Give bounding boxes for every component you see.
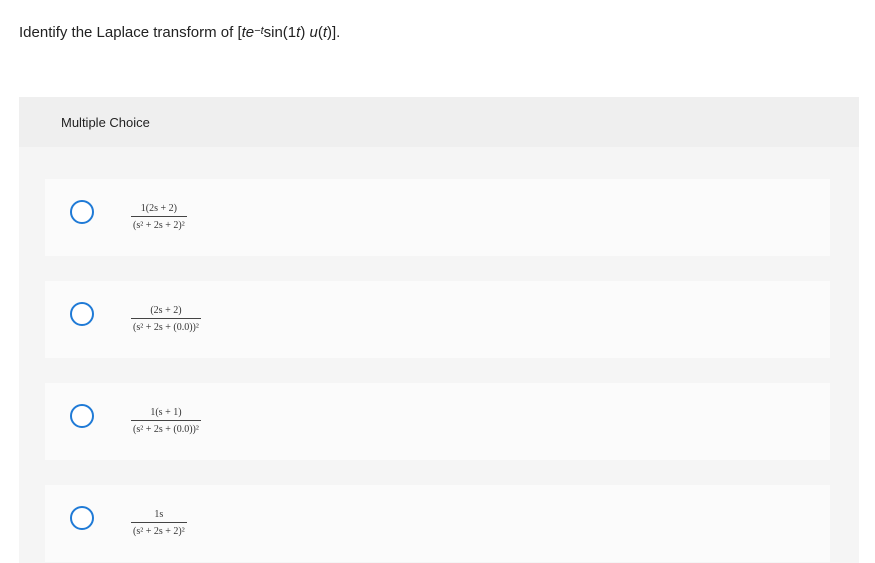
question-suffix: )]. xyxy=(327,24,341,41)
formula-2: (2s + 2) (s² + 2s + (0.0))² xyxy=(131,305,201,333)
option-4[interactable]: 1s (s² + 2s + 2)² xyxy=(45,485,830,562)
numerator-2: (2s + 2) xyxy=(150,305,182,316)
denominator-4: (s² + 2s + 2)² xyxy=(131,522,187,537)
radio-button-1[interactable] xyxy=(70,200,94,224)
panel-title: Multiple Choice xyxy=(61,115,150,130)
denominator-2: (s² + 2s + (0.0))² xyxy=(131,318,201,333)
numerator-1: 1(2s + 2) xyxy=(140,203,177,214)
question-exponent: −t xyxy=(254,25,264,37)
question-text: Identify the Laplace transform of [te−ts… xyxy=(19,24,340,41)
radio-button-4[interactable] xyxy=(70,506,94,530)
option-2[interactable]: (2s + 2) (s² + 2s + (0.0))² xyxy=(45,281,830,358)
option-3[interactable]: 1(s + 1) (s² + 2s + (0.0))² xyxy=(45,383,830,460)
formula-3: 1(s + 1) (s² + 2s + (0.0))² xyxy=(131,407,201,435)
numerator-3: 1(s + 1) xyxy=(150,407,182,418)
denominator-1: (s² + 2s + 2)² xyxy=(131,216,187,231)
denominator-3: (s² + 2s + (0.0))² xyxy=(131,420,201,435)
question-var-e: e xyxy=(245,24,255,41)
formula-4: 1s (s² + 2s + 2)² xyxy=(131,509,187,537)
question-prefix: Identify the Laplace transform of [ xyxy=(19,24,242,41)
numerator-4: 1s xyxy=(154,509,164,520)
multiple-choice-panel: Multiple Choice 1(2s + 2) (s² + 2s + 2)²… xyxy=(19,97,859,563)
formula-1: 1(2s + 2) (s² + 2s + 2)² xyxy=(131,203,187,231)
panel-header: Multiple Choice xyxy=(19,97,859,147)
question-sin: sin(1 xyxy=(263,24,297,41)
radio-button-2[interactable] xyxy=(70,302,94,326)
radio-button-3[interactable] xyxy=(70,404,94,428)
option-1[interactable]: 1(2s + 2) (s² + 2s + 2)² xyxy=(45,179,830,256)
question-var-u: u xyxy=(309,24,318,41)
